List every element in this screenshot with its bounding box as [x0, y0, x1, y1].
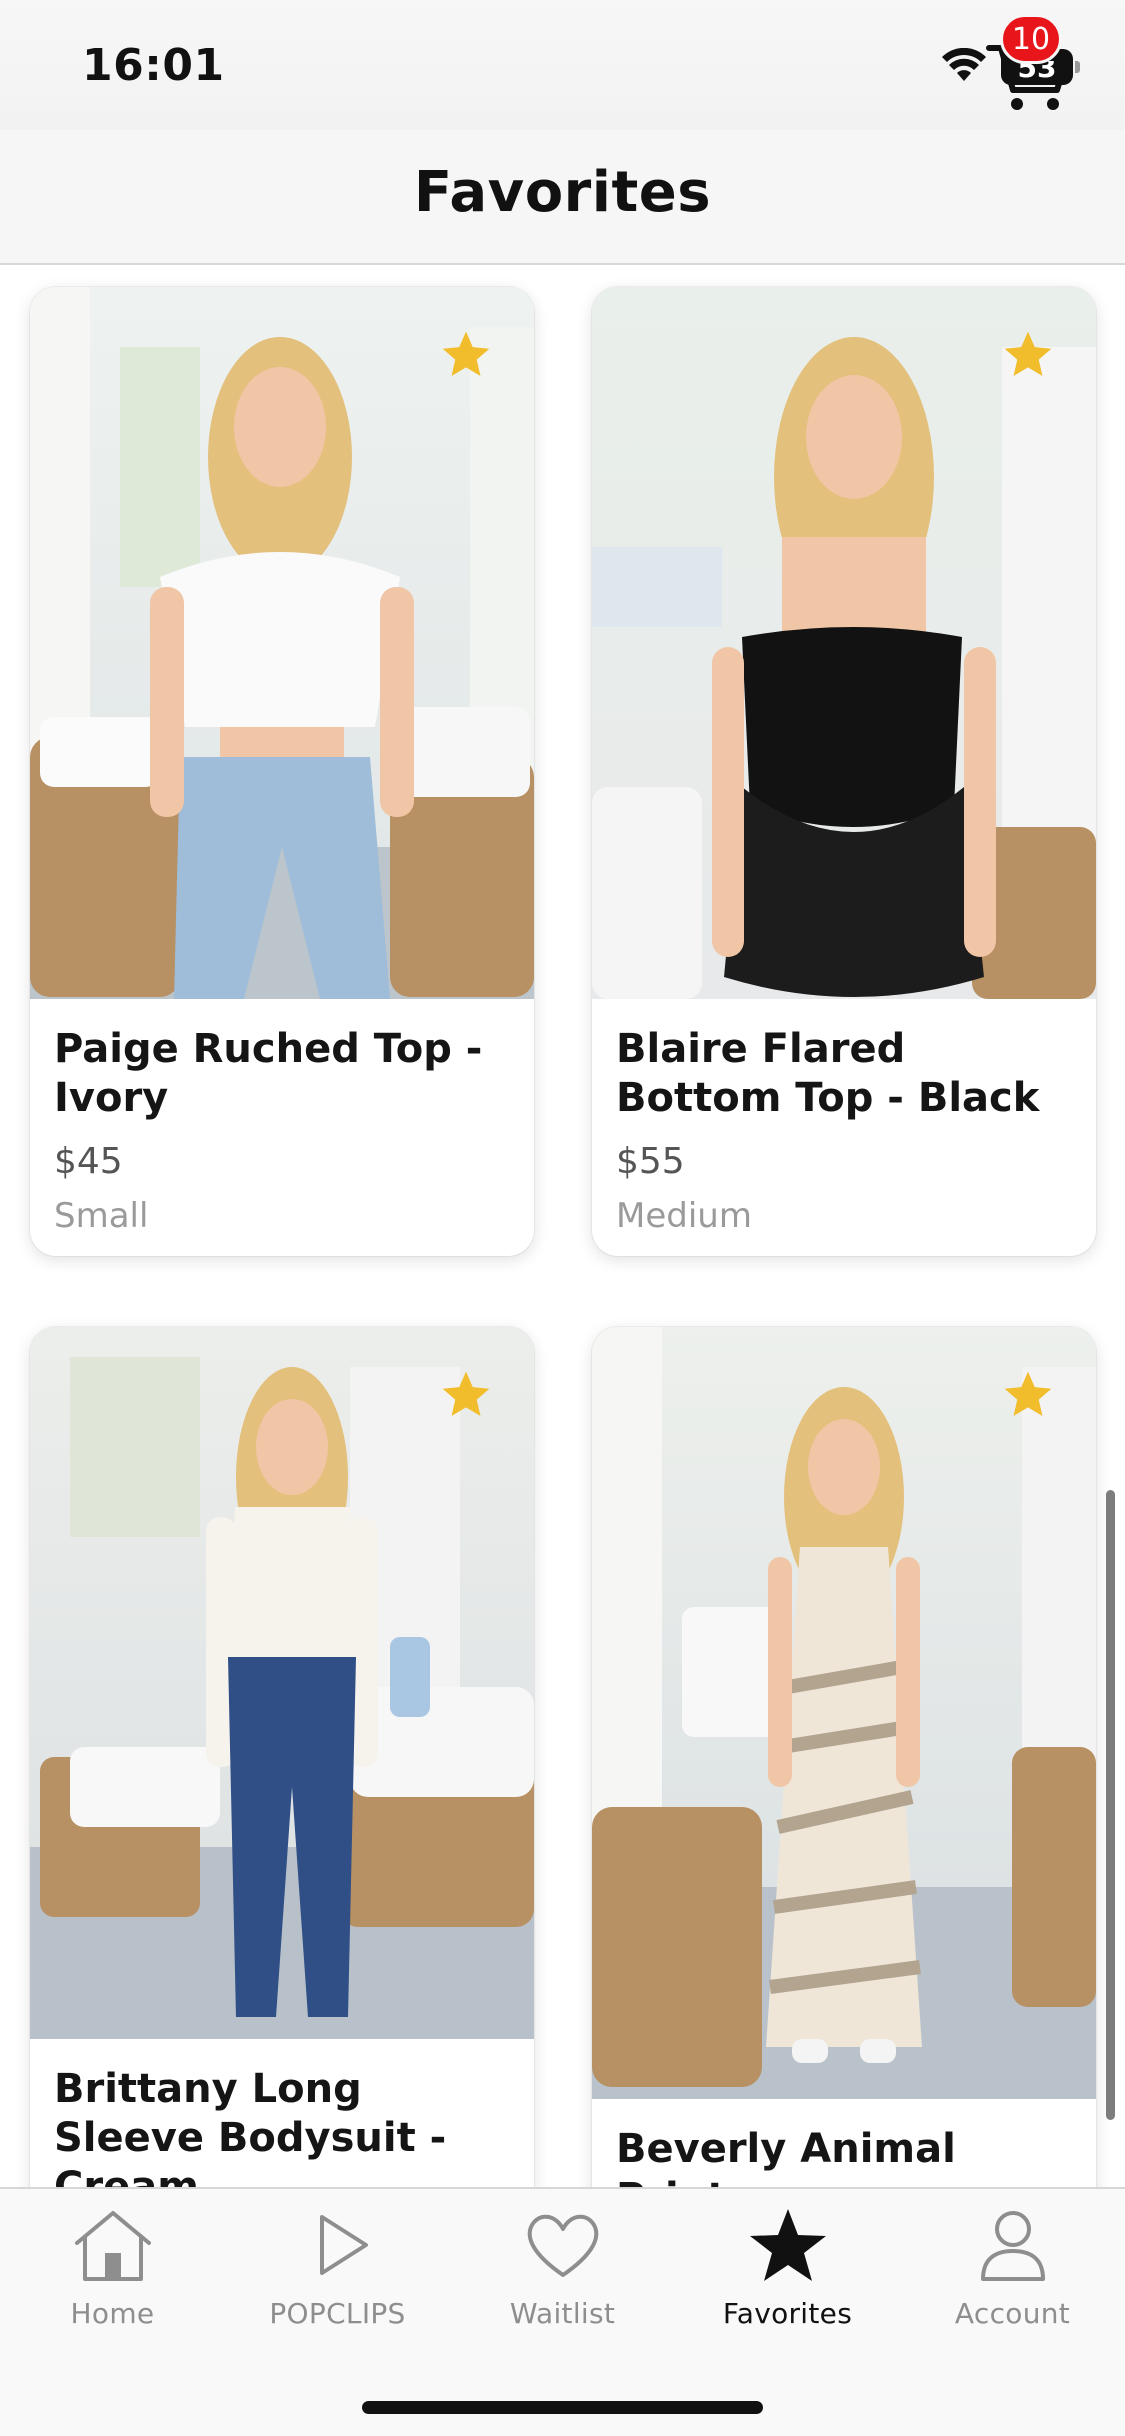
favorites-screen: 16:01 53 Favorites 10 Paige Ruched Top -… [0, 0, 1125, 2436]
product-info: Paige Ruched Top - Ivory $45 Small [30, 999, 534, 1256]
scroll-indicator[interactable] [1106, 1490, 1115, 2120]
tab-bar: Home POPCLIPS Waitlist Favorites Account [0, 2187, 1125, 2436]
person-icon [980, 2211, 1045, 2281]
product-price: $45 [54, 1141, 123, 1182]
product-card[interactable]: Brittany Long Sleeve Bodysuit - Cream [30, 1327, 534, 2187]
product-info: Blaire Flared Bottom Top - Black $55 Med… [592, 999, 1096, 1256]
product-photo [30, 287, 534, 999]
product-photo [592, 287, 1096, 999]
product-info: Beverly Animal Print [592, 2099, 1096, 2187]
tab-popclips[interactable]: POPCLIPS [225, 2207, 450, 2357]
cart-badge: 10 [1000, 14, 1062, 64]
product-photo [592, 1327, 1096, 2099]
home-indicator [362, 2401, 763, 2414]
tab-label: POPCLIPS [269, 2297, 406, 2330]
product-name: Beverly Animal Print [616, 2126, 956, 2187]
star-icon [749, 2209, 826, 2281]
favorite-star-icon[interactable] [1000, 327, 1056, 383]
wifi-icon [941, 47, 987, 86]
product-name: Paige Ruched Top - Ivory [54, 1026, 483, 1121]
home-icon [74, 2211, 151, 2281]
tab-favorites[interactable]: Favorites [675, 2207, 900, 2357]
tab-waitlist[interactable]: Waitlist [450, 2207, 675, 2357]
product-name: Blaire Flared Bottom Top - Black [616, 1026, 1040, 1121]
play-icon [319, 2215, 368, 2275]
product-price: $55 [616, 1141, 685, 1182]
tab-home[interactable]: Home [0, 2207, 225, 2357]
product-size: Medium [616, 1196, 752, 1236]
product-info: Brittany Long Sleeve Bodysuit - Cream [30, 2039, 534, 2187]
tab-account[interactable]: Account [900, 2207, 1125, 2357]
tab-label: Waitlist [509, 2297, 616, 2330]
product-card[interactable]: Paige Ruched Top - Ivory $45 Small [30, 287, 534, 1256]
favorite-star-icon[interactable] [1000, 1367, 1056, 1423]
product-name: Brittany Long Sleeve Bodysuit - Cream [54, 2066, 447, 2187]
tab-label: Account [954, 2297, 1071, 2330]
product-photo [30, 1327, 534, 2039]
status-bar: 16:01 53 [0, 0, 1125, 130]
product-card[interactable]: Blaire Flared Bottom Top - Black $55 Med… [592, 287, 1096, 1256]
header: Favorites [0, 130, 1125, 265]
page-title: Favorites [413, 160, 712, 225]
favorite-star-icon[interactable] [438, 327, 494, 383]
product-card[interactable]: Beverly Animal Print [592, 1327, 1096, 2187]
favorite-star-icon[interactable] [438, 1367, 494, 1423]
product-size: Small [54, 1196, 149, 1236]
heart-icon [527, 2214, 598, 2277]
status-time: 16:01 [82, 40, 225, 91]
favorites-grid: Paige Ruched Top - Ivory $45 Small Blair… [0, 267, 1125, 2187]
tab-label: Home [70, 2297, 155, 2330]
tab-label: Favorites [722, 2297, 853, 2330]
